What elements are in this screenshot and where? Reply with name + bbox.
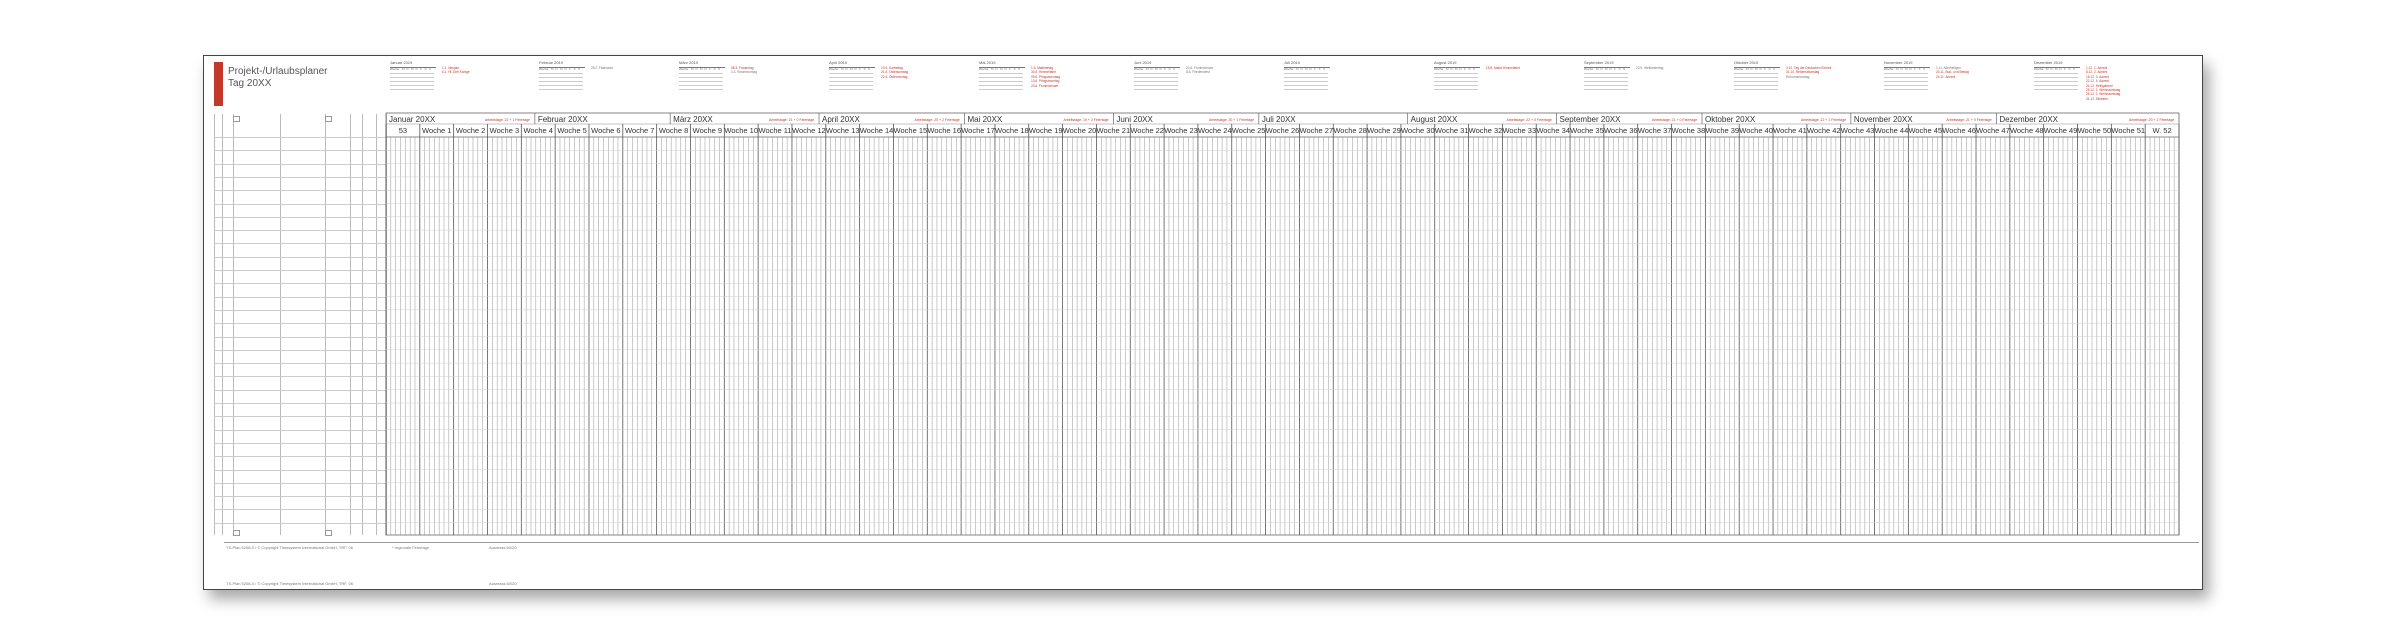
week-label: Woche 13 bbox=[825, 126, 860, 135]
week-label: Woche 20 bbox=[1062, 126, 1097, 135]
week-label: Woche 15 bbox=[893, 126, 928, 135]
week-label: Woche 10 bbox=[724, 126, 759, 135]
grid-frame bbox=[385, 112, 2180, 536]
month-workday-note: Arbeitstage: 22 + 0 Feiertage bbox=[1506, 118, 1552, 122]
week-label: Woche 9 bbox=[692, 126, 723, 135]
week-label: Woche 36 bbox=[1603, 126, 1638, 135]
week-label: Woche 41 bbox=[1773, 126, 1807, 135]
week-label: Woche 23 bbox=[1164, 126, 1198, 135]
month-label: Oktober 20XX bbox=[1704, 115, 1756, 124]
week-label: Woche 46 bbox=[1942, 126, 1976, 135]
week-label: Woche 21 bbox=[1096, 126, 1131, 135]
week-label: Woche 51 bbox=[2111, 126, 2146, 135]
week-label: Woche 37 bbox=[1637, 126, 1672, 135]
planner-grid bbox=[385, 112, 2180, 536]
week-label: Woche 50 bbox=[2077, 126, 2112, 135]
month-workday-note: Arbeitstage: 21 + 0 Feiertage bbox=[1651, 118, 1698, 122]
month-workday-note: Arbeitstage: 22 + 1 Feiertage bbox=[484, 118, 531, 122]
week-label: Woche 44 bbox=[1874, 126, 1909, 135]
week-label: Woche 40 bbox=[1739, 126, 1773, 135]
month-workday-note: Arbeitstage: 20 + 1 Feiertage bbox=[1208, 118, 1255, 122]
month-label: Dezember 20XX bbox=[1999, 115, 2059, 124]
footer-status-2: Ausmass 60/20 bbox=[489, 581, 517, 586]
week-label: W. 52 bbox=[2152, 126, 2172, 135]
week-label: Woche 4 bbox=[523, 126, 553, 135]
month-label: Februar 20XX bbox=[537, 115, 588, 124]
week-label: Woche 27 bbox=[1299, 126, 1334, 135]
week-label: Woche 8 bbox=[658, 126, 689, 135]
month-label: Mai 20XX bbox=[967, 115, 1003, 124]
week-label: Woche 33 bbox=[1502, 126, 1537, 135]
month-workday-note: Arbeitstage: 21 + 0 Feiertage bbox=[1946, 118, 1992, 122]
week-label: Woche 34 bbox=[1536, 126, 1570, 135]
week-label: Woche 7 bbox=[624, 126, 655, 135]
week-label: Woche 14 bbox=[859, 126, 894, 135]
week-label: Woche 35 bbox=[1570, 126, 1604, 135]
week-label: Woche 22 bbox=[1130, 126, 1164, 135]
week-label: Woche 32 bbox=[1468, 126, 1503, 135]
week-label: Woche 43 bbox=[1840, 126, 1875, 135]
month-workday-note: Arbeitstage: 20 + 2 Feiertage bbox=[2129, 118, 2175, 122]
footer-legend: * regionale Feiertage bbox=[392, 545, 430, 550]
footer-divider bbox=[224, 542, 2199, 543]
week-label: Woche 1 bbox=[422, 126, 452, 135]
week-label: Woche 19 bbox=[1028, 126, 1063, 135]
week-label: Woche 29 bbox=[1367, 126, 1401, 135]
week-label: Woche 31 bbox=[1434, 126, 1469, 135]
month-workday-note: Arbeitstage: 21 + 0 Feiertage bbox=[769, 118, 815, 122]
planner-sheet: Projekt-/Urlaubsplaner Tag 20XX Januar 2… bbox=[203, 55, 2203, 590]
week-label: Woche 49 bbox=[2043, 126, 2078, 135]
week-label: Woche 17 bbox=[961, 126, 995, 135]
week-label: Woche 39 bbox=[1705, 126, 1740, 135]
week-label: Woche 11 bbox=[758, 126, 792, 135]
week-label: Woche 3 bbox=[489, 126, 520, 135]
month-label: Juni 20XX bbox=[1116, 115, 1153, 124]
footer-status: Ausmass 60/20 bbox=[489, 545, 517, 550]
week-label: Woche 47 bbox=[1976, 126, 2010, 135]
week-label: Woche 30 bbox=[1400, 126, 1435, 135]
week-label: Woche 48 bbox=[2009, 126, 2044, 135]
month-workday-note: Arbeitstage: 20 + 2 Feiertage bbox=[914, 118, 960, 122]
month-workday-note: Arbeitstage: 22 + 1 Feiertage bbox=[1800, 118, 1847, 122]
week-label: Woche 5 bbox=[557, 126, 587, 135]
week-label: Woche 25 bbox=[1231, 126, 1266, 135]
footer-copyright: TS-Plan 5208-0 / © Copyright Timesystem … bbox=[226, 545, 353, 550]
month-label: Januar 20XX bbox=[389, 115, 436, 124]
month-label: März 20XX bbox=[673, 115, 713, 124]
week-label: Woche 16 bbox=[927, 126, 962, 135]
month-label: August 20XX bbox=[1410, 115, 1458, 124]
month-label: November 20XX bbox=[1853, 115, 1913, 124]
week-label: Woche 42 bbox=[1806, 126, 1841, 135]
week-label: Woche 28 bbox=[1333, 126, 1367, 135]
week-label: Woche 18 bbox=[995, 126, 1029, 135]
week-label: Woche 2 bbox=[455, 126, 486, 135]
month-label: September 20XX bbox=[1559, 115, 1621, 124]
footer-copyright-2: TS-Plan 5208-0 / © Copyright Timesystem … bbox=[226, 581, 353, 586]
month-workday-note: Arbeitstage: 19 + 3 Feiertage bbox=[1063, 118, 1109, 122]
week-label: Woche 38 bbox=[1671, 126, 1706, 135]
week-label: 53 bbox=[398, 126, 408, 135]
week-label: Woche 45 bbox=[1908, 126, 1943, 135]
week-label: Woche 26 bbox=[1265, 126, 1300, 135]
month-label: Juli 20XX bbox=[1261, 115, 1296, 124]
month-label: April 20XX bbox=[822, 115, 860, 124]
week-label: Woche 24 bbox=[1198, 126, 1232, 135]
week-label: Woche 12 bbox=[792, 126, 826, 135]
week-label: Woche 6 bbox=[591, 126, 621, 135]
